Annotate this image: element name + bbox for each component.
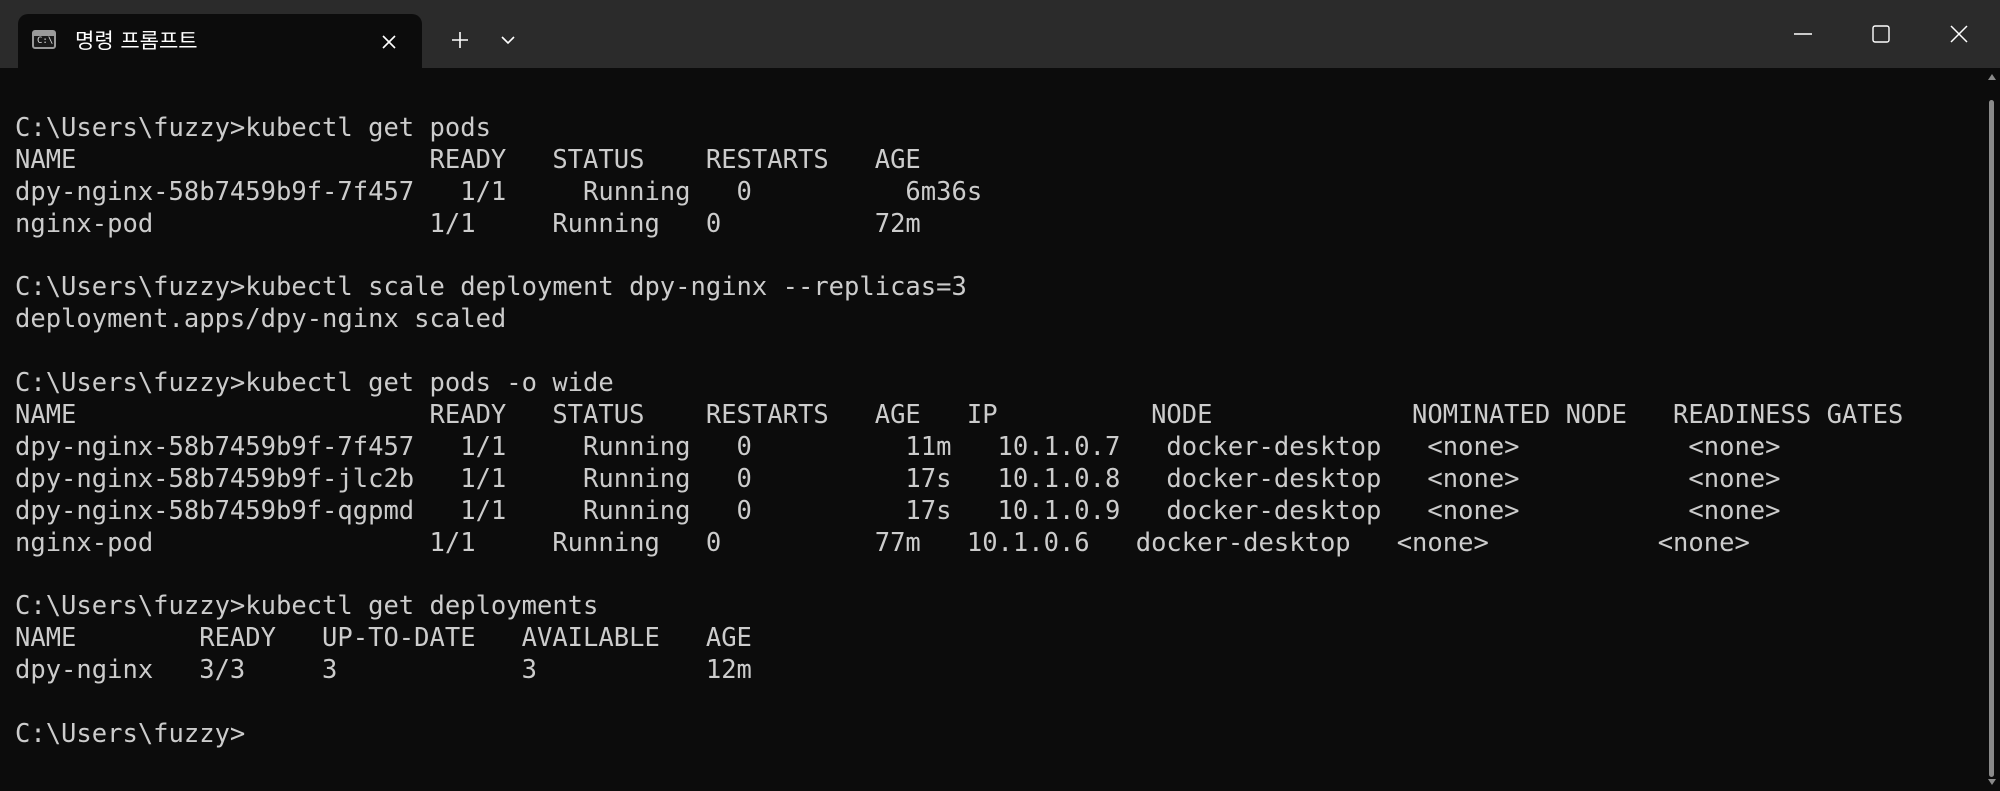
terminal-line: dpy-nginx-58b7459b9f-7f457 1/1 Running 0… [15, 176, 983, 207]
terminal-line: nginx-pod 1/1 Running 0 72m [15, 208, 921, 239]
terminal-line: C:\Users\fuzzy>kubectl scale deployment … [15, 272, 967, 303]
tab-close-button[interactable] [374, 27, 404, 57]
terminal-line: dpy-nginx-58b7459b9f-jlc2b 1/1 Running 0… [15, 463, 1781, 494]
scroll-up-arrow-icon[interactable] [1988, 74, 1996, 80]
terminal-line: C:\Users\fuzzy>kubectl get pods -o wide [15, 368, 614, 399]
scroll-down-arrow-icon[interactable] [1988, 779, 1996, 785]
title-bar[interactable]: C:\ 명령 프롬프트 [0, 0, 2000, 68]
plus-icon [452, 32, 468, 48]
terminal-line: NAME READY STATUS RESTARTS AGE [15, 144, 921, 175]
terminal-line: nginx-pod 1/1 Running 0 77m 10.1.0.6 doc… [15, 527, 1750, 558]
minimize-icon [1794, 33, 1812, 35]
maximize-icon [1872, 25, 1890, 43]
terminal-scrollbar[interactable] [1984, 68, 2000, 791]
terminal-line: deployment.apps/dpy-nginx scaled [15, 304, 507, 335]
terminal-line: C:\Users\fuzzy>kubectl get pods [15, 113, 491, 143]
tab-dropdown-button[interactable] [488, 22, 528, 58]
terminal-lines: C:\Users\fuzzy>kubectl get pods NAME REA… [15, 113, 1903, 751]
tab-title: 명령 프롬프트 [75, 29, 198, 53]
scrollbar-thumb[interactable] [1989, 100, 1994, 777]
terminal-line: NAME READY UP-TO-DATE AVAILABLE AGE [15, 623, 752, 654]
terminal-output[interactable]: C:\Users\fuzzy>kubectl get pods NAME REA… [0, 68, 1984, 791]
tab-command-prompt[interactable]: C:\ 명령 프롬프트 [18, 14, 422, 68]
terminal-line: NAME READY STATUS RESTARTS AGE IP NODE N… [15, 400, 1904, 431]
maximize-button[interactable] [1842, 0, 1920, 68]
command-prompt-icon: C:\ [32, 30, 56, 49]
terminal-prompt-line: C:\Users\fuzzy> [15, 718, 246, 749]
terminal-line: dpy-nginx-58b7459b9f-qgpmd 1/1 Running 0… [15, 495, 1781, 526]
terminal-line: C:\Users\fuzzy>kubectl get deployments [15, 591, 599, 622]
terminal-line: dpy-nginx 3/3 3 3 12m [15, 655, 752, 686]
minimize-button[interactable] [1764, 0, 1842, 68]
close-window-button[interactable] [1920, 0, 1998, 68]
close-icon [382, 35, 396, 49]
terminal-line: dpy-nginx-58b7459b9f-7f457 1/1 Running 0… [15, 431, 1781, 462]
chevron-down-icon [501, 36, 515, 45]
close-icon [1950, 25, 1968, 43]
new-tab-button[interactable] [440, 22, 480, 58]
